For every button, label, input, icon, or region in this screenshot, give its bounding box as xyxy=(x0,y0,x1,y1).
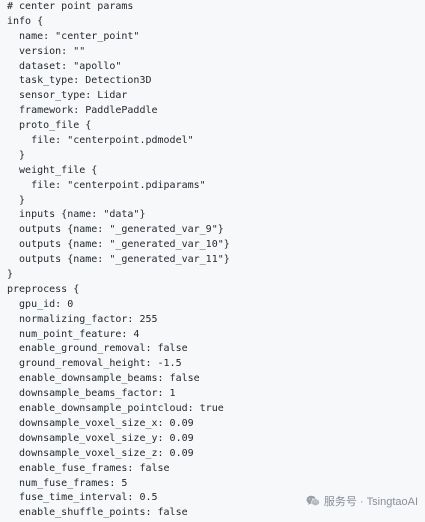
code-line: file: "centerpoint.pdiparams" xyxy=(7,179,206,191)
code-line: downsample_voxel_size_y: 0.09 xyxy=(7,432,194,444)
code-line: framework: PaddlePaddle xyxy=(7,105,158,117)
code-line: enable_downsample_beams: false xyxy=(7,373,200,385)
code-line: downsample_voxel_size_z: 0.09 xyxy=(7,447,194,459)
code-line: gpu_id: 0 xyxy=(7,298,74,310)
code-line: task_type: Detection3D xyxy=(7,75,152,87)
code-line: outputs {name: "_generated_var_10"} xyxy=(7,239,230,251)
code-line: outputs {name: "_generated_var_11"} xyxy=(7,254,230,266)
code-line: enable_downsample_pointcloud: true xyxy=(7,403,224,415)
code-line: outputs {name: "_generated_var_9"} xyxy=(7,224,224,236)
code-line: enable_ground_removal: false xyxy=(7,343,188,355)
code-line: } xyxy=(7,194,26,206)
code-line: name: "center_point" xyxy=(7,30,140,42)
code-line: # center point params xyxy=(7,1,134,12)
code-line: weight_file { xyxy=(7,164,98,176)
code-line: version: "" xyxy=(7,45,86,57)
code-line: info { xyxy=(7,15,44,27)
code-text: # center point params info { name: "cente… xyxy=(7,0,425,521)
code-line: sensor_type: Lidar xyxy=(7,90,128,102)
code-line: proto_file { xyxy=(7,120,92,132)
code-line: } xyxy=(7,269,14,281)
code-line: preprocess { xyxy=(7,283,80,295)
code-line: enable_fuse_frames: false xyxy=(7,462,170,474)
code-line: } xyxy=(7,149,26,161)
watermark-text: 服务号 · TsingtaoAI xyxy=(323,496,418,508)
code-line: downsample_beams_factor: 1 xyxy=(7,388,176,400)
code-line: normalizing_factor: 255 xyxy=(7,313,158,325)
wechat-icon xyxy=(306,495,320,507)
code-line: dataset: "apollo" xyxy=(7,60,122,72)
code-line: downsample_voxel_size_x: 0.09 xyxy=(7,417,194,429)
code-line: num_point_feature: 4 xyxy=(7,328,140,340)
code-line: num_fuse_frames: 5 xyxy=(7,477,128,489)
code-line: inputs {name: "data"} xyxy=(7,209,146,221)
watermark: 服务号 · TsingtaoAI xyxy=(302,492,421,510)
code-line: file: "centerpoint.pdmodel" xyxy=(7,135,194,147)
code-line: ground_removal_height: -1.5 xyxy=(7,358,182,370)
code-block: # center point params info { name: "cente… xyxy=(0,0,425,522)
